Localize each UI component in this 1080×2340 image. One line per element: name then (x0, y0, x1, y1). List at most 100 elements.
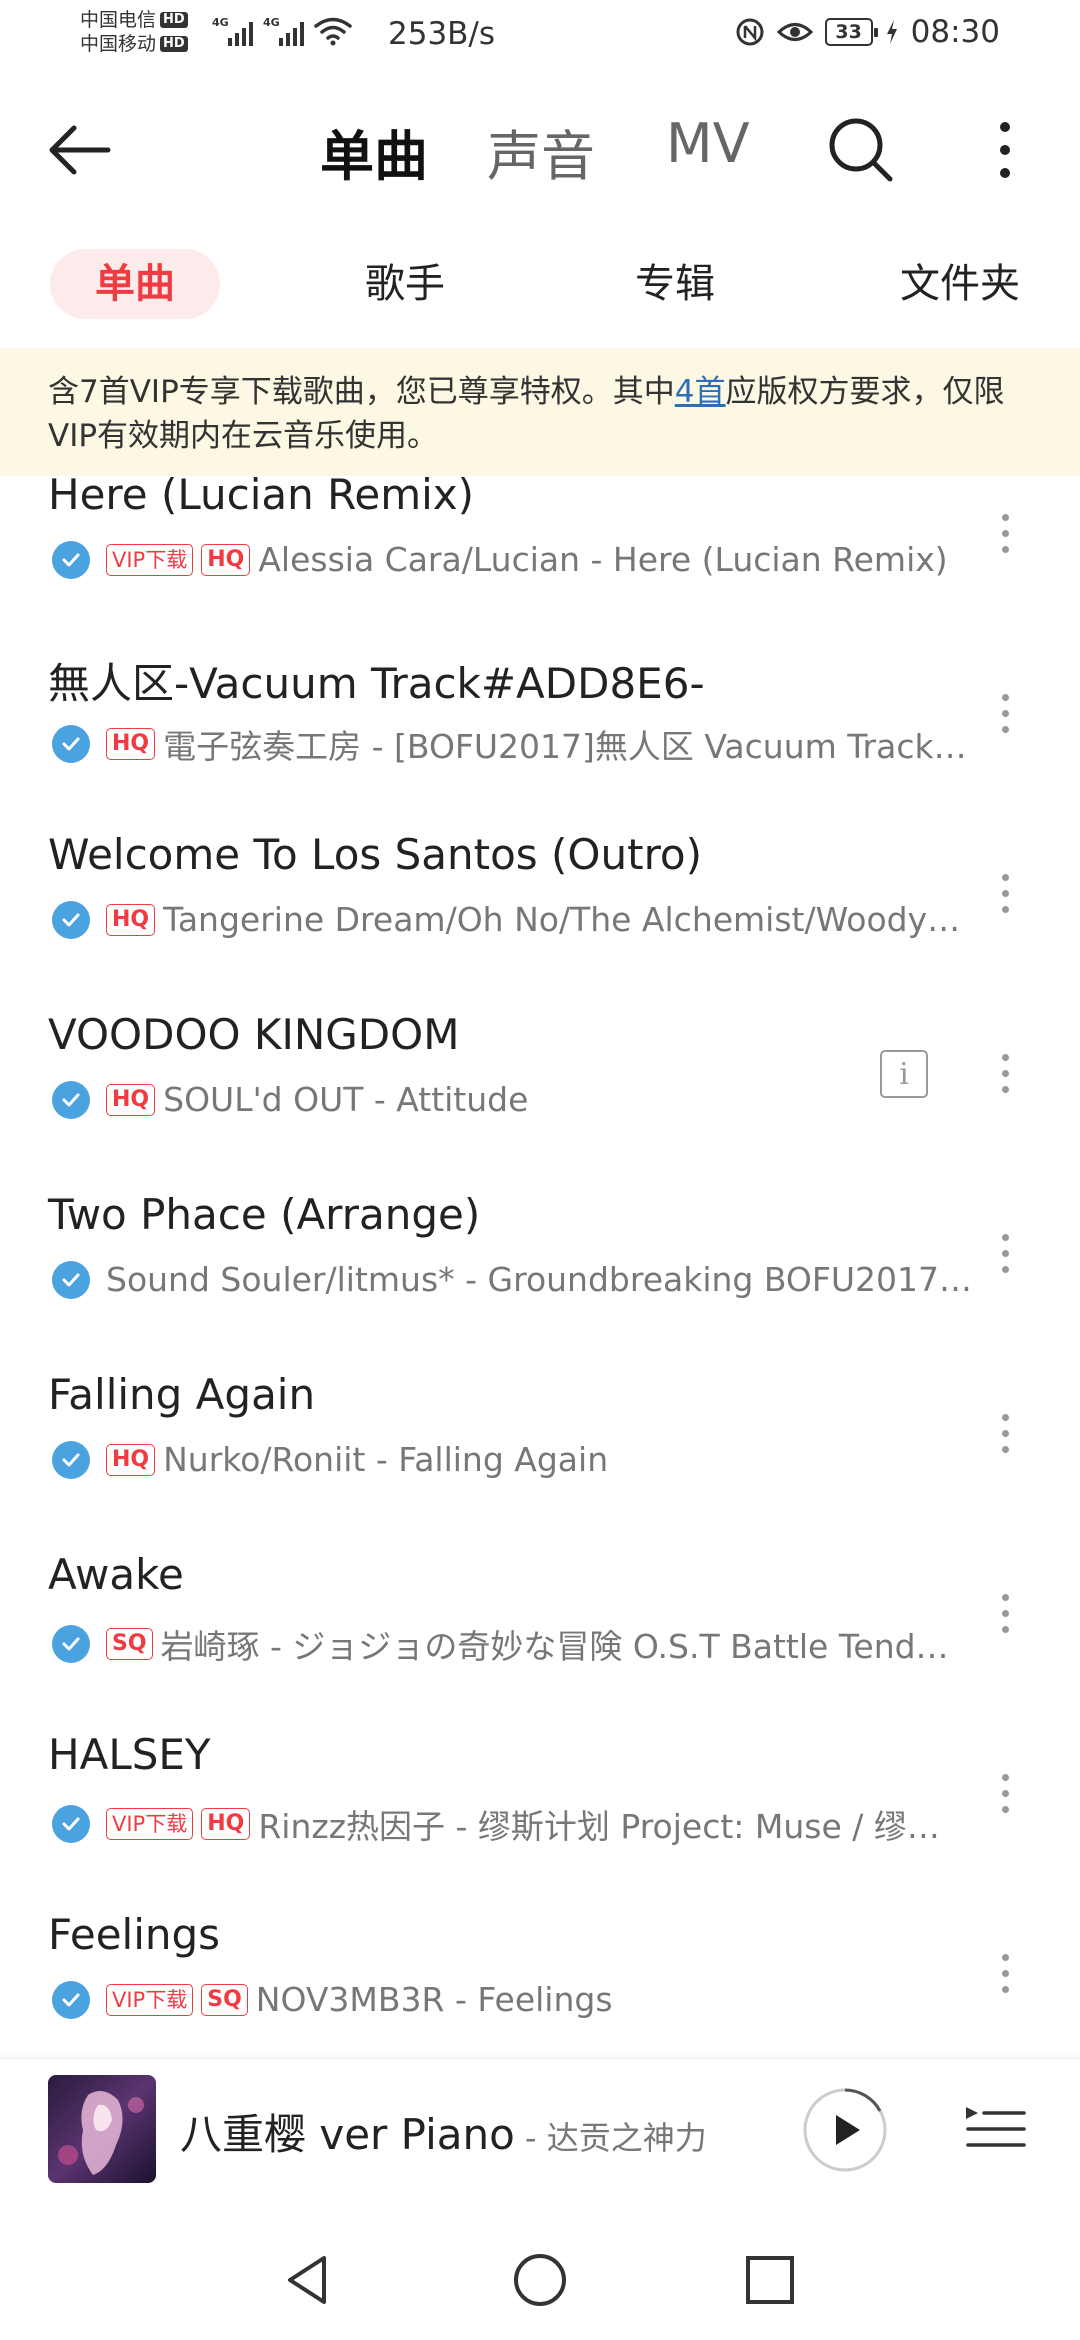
hd-badge: HD (160, 36, 188, 52)
song-subtitle: 岩崎琢 - ジョジョの奇妙な冒険 O.S.T Battle Tend… (160, 1627, 949, 1666)
check-circle-icon (52, 900, 90, 939)
info-icon[interactable]: i (880, 1050, 928, 1098)
album-art-image (48, 2075, 156, 2183)
now-playing-separator: - (514, 2119, 547, 2157)
now-playing-song: 八重樱 ver Piano (180, 2110, 515, 2159)
quality-badge: HQ (106, 728, 156, 760)
back-button[interactable] (44, 120, 124, 180)
song-more-button[interactable] (990, 488, 1020, 578)
check-circle-icon (52, 1625, 90, 1663)
song-row[interactable]: HALSEY VIP下载 HQ Rinzz热因子 - 缪斯计划 Project:… (0, 1730, 1080, 1910)
song-meta: SQ 岩崎琢 - ジョジョの奇妙な冒険 O.S.T Battle Tend… (52, 1620, 972, 1668)
nav-back-button[interactable] (278, 2250, 338, 2310)
song-more-button[interactable] (990, 1388, 1020, 1478)
hd-badge: HD (160, 12, 188, 28)
quality-badge: HQ (106, 1443, 156, 1476)
tab-songs-label: 单曲 (320, 125, 428, 188)
quality-badge: HQ (201, 543, 251, 576)
carrier-2: 中国移动 (80, 33, 157, 55)
song-title: HALSEY (48, 1730, 211, 1779)
more-options-button[interactable] (985, 115, 1025, 185)
song-row[interactable]: Awake SQ 岩崎琢 - ジョジョの奇妙な冒険 O.S.T Battle T… (0, 1550, 1080, 1730)
song-title: Here (Lucian Remix) (48, 470, 475, 519)
song-row[interactable]: 無人区-Vacuum Track#ADD8E6- HQ 電子弦奏工房 - [BO… (0, 650, 1080, 830)
check-circle-icon (52, 1805, 90, 1843)
song-more-button[interactable] (990, 1748, 1020, 1838)
arrow-left-icon (49, 125, 111, 175)
song-subtitle: NOV3MB3R - Feelings (255, 1980, 613, 2019)
song-title: Feelings (48, 1910, 221, 1959)
tab-mv-label: MV (666, 112, 750, 175)
check-circle-icon (52, 725, 90, 763)
subtab-artists[interactable]: 歌手 (335, 249, 475, 319)
nav-recent-button[interactable] (740, 2250, 800, 2310)
status-right: 33 08:30 (735, 14, 1000, 50)
song-more-button[interactable] (990, 1028, 1020, 1118)
check-circle-icon (52, 1080, 90, 1119)
check-circle-icon (52, 1440, 90, 1479)
song-row[interactable]: Welcome To Los Santos (Outro) HQ Tangeri… (0, 830, 1080, 1010)
vip-download-badge: VIP下载 (106, 1983, 194, 2016)
check-circle-icon (52, 540, 90, 579)
subtab-folders[interactable]: 文件夹 (870, 249, 1050, 319)
song-meta: VIP下载 HQ Alessia Cara/Lucian - Here (Luc… (52, 540, 972, 579)
tab-sounds[interactable]: 声音 (487, 112, 595, 191)
check-circle-icon (52, 1260, 90, 1299)
signal-icon: 4G (263, 16, 304, 46)
search-button[interactable] (826, 115, 896, 185)
subtab-songs[interactable]: 单曲 (50, 249, 220, 319)
song-title: 無人区-Vacuum Track#ADD8E6- (48, 659, 705, 708)
notice-link[interactable]: 4首 (675, 374, 726, 410)
mini-player[interactable]: 八重樱 ver Piano - 达贡之神力 (0, 2058, 1080, 2198)
song-meta: HQ Nurko/Roniit - Falling Again (52, 1440, 972, 1479)
song-row[interactable]: Feelings VIP下载 SQ NOV3MB3R - Feelings (0, 1910, 1080, 2055)
square-recent-icon (746, 2256, 794, 2304)
song-more-button[interactable] (990, 1928, 1020, 2018)
play-button[interactable] (802, 2087, 888, 2173)
song-row[interactable]: Here (Lucian Remix) VIP下载 HQ Alessia Car… (0, 470, 1080, 650)
song-row[interactable]: Falling Again HQ Nurko/Roniit - Falling … (0, 1370, 1080, 1550)
eye-comfort-icon (776, 23, 813, 41)
now-playing-title[interactable]: 八重樱 ver Piano - 达贡之神力 (180, 2101, 707, 2162)
song-more-button[interactable] (990, 848, 1020, 938)
circle-home-icon (514, 2254, 566, 2306)
quality-badge: HQ (106, 903, 156, 936)
signal-indicators: 4G 4G (212, 16, 352, 46)
playlist-button[interactable] (964, 2099, 1026, 2159)
song-meta: Sound Souler/litmus* - Groundbreaking BO… (52, 1260, 972, 1299)
search-icon (829, 118, 893, 182)
song-meta: VIP下载 HQ Rinzz热因子 - 缪斯计划 Project: Muse /… (52, 1800, 972, 1848)
song-title: VOODOO KINGDOM (48, 1010, 460, 1059)
vip-download-badge: VIP下载 (106, 543, 194, 576)
song-title: Welcome To Los Santos (Outro) (48, 830, 702, 879)
song-more-button[interactable] (990, 668, 1020, 758)
vip-notice-banner: 含7首VIP专享下载歌曲，您已尊享特权。其中4首应版权方要求，仅限VIP有效期内… (0, 348, 1080, 476)
vip-download-badge: VIP下载 (106, 1808, 194, 1840)
nav-home-button[interactable] (510, 2250, 570, 2310)
network-speed: 253B/s (388, 16, 496, 52)
tab-songs[interactable]: 单曲 (314, 112, 434, 193)
song-list[interactable]: Here (Lucian Remix) VIP下载 HQ Alessia Car… (0, 470, 1080, 2055)
song-subtitle: Tangerine Dream/Oh No/The Alchemist/Wood… (163, 900, 961, 939)
battery-icon: 33 (824, 18, 878, 46)
subtab-albums[interactable]: 专辑 (605, 249, 745, 319)
signal-icon: 4G (212, 16, 253, 46)
song-title: Awake (48, 1550, 184, 1599)
song-subtitle: Nurko/Roniit - Falling Again (163, 1440, 609, 1479)
tab-mv[interactable]: MV (666, 112, 750, 175)
nfc-icon (736, 18, 764, 46)
status-bar: 中国电信 HD 中国移动 HD 4G 4G 253B/s 33 08:30 (0, 0, 1080, 70)
song-subtitle: Rinzz热因子 - 缪斯计划 Project: Muse / 缪… (258, 1807, 940, 1846)
song-row[interactable]: VOODOO KINGDOM HQ SOUL'd OUT - Attitude … (0, 1010, 1080, 1190)
song-more-button[interactable] (990, 1568, 1020, 1658)
song-title: Two Phace (Arrange) (48, 1190, 481, 1239)
album-cover[interactable] (48, 2075, 156, 2183)
song-subtitle: Alessia Cara/Lucian - Here (Lucian Remix… (258, 540, 948, 579)
song-meta: HQ 電子弦奏工房 - [BOFU2017]無人区 Vacuum Track… (52, 720, 972, 768)
song-meta: VIP下载 SQ NOV3MB3R - Feelings (52, 1980, 972, 2019)
playlist-icon (966, 2107, 1026, 2147)
notice-text: 含7首VIP专享下载歌曲，您已尊享特权。其中 (48, 374, 675, 410)
quality-badge: HQ (106, 1083, 156, 1116)
song-more-button[interactable] (990, 1208, 1020, 1298)
song-row[interactable]: Two Phace (Arrange) Sound Souler/litmus*… (0, 1190, 1080, 1370)
